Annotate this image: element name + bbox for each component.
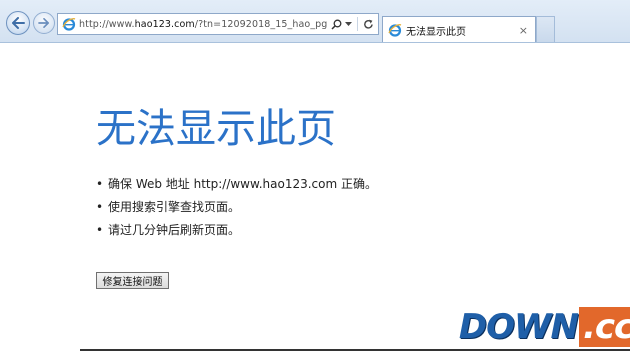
- url-text[interactable]: http://www.hao123.com/?tn=12092018_15_ha…: [79, 19, 331, 30]
- suggestion-search: 使用搜索引擎查找页面。: [108, 200, 241, 214]
- refresh-icon[interactable]: [363, 19, 374, 30]
- list-item: • 使用搜索引擎查找页面。: [96, 199, 377, 215]
- url-prefix: http://www.: [79, 18, 135, 30]
- search-icon[interactable]: [331, 19, 342, 30]
- address-bar[interactable]: http://www.hao123.com/?tn=12092018_15_ha…: [57, 13, 379, 35]
- url-domain: hao123.com: [134, 18, 195, 30]
- ie-icon: [62, 18, 76, 31]
- list-item: • 确保 Web 地址 http://www.hao123.com 正确。: [96, 176, 377, 192]
- toolbar-border: [0, 42, 630, 43]
- url-path: /?tn=12092018_15_hao_pg: [194, 18, 328, 30]
- suggestion-refresh: 请过几分钟后刷新页面。: [108, 223, 241, 237]
- divider: [357, 17, 358, 31]
- chevron-down-icon[interactable]: [345, 21, 352, 27]
- browser-toolbar: http://www.hao123.com/?tn=12092018_15_ha…: [0, 0, 630, 43]
- page-title: 无法显示此页: [96, 106, 336, 152]
- new-tab-button[interactable]: [536, 16, 555, 42]
- down-cc-watermark: DOWN .cc: [459, 307, 630, 347]
- suggestion-list: • 确保 Web 地址 http://www.hao123.com 正确。 • …: [96, 176, 377, 245]
- watermark-right: .cc: [578, 307, 630, 347]
- fix-connection-button[interactable]: 修复连接问题: [96, 272, 169, 289]
- bullet-icon: •: [96, 177, 104, 191]
- list-item: • 请过几分钟后刷新页面。: [96, 222, 377, 238]
- bullet-icon: •: [96, 200, 104, 214]
- back-button[interactable]: [6, 11, 30, 35]
- suggestion-check-address: 确保 Web 地址 http://www.hao123.com 正确。: [108, 177, 377, 191]
- tab-title: 无法显示此页: [406, 26, 466, 38]
- tab-close-button[interactable]: ×: [519, 24, 528, 37]
- watermark-left: DOWN: [458, 307, 579, 347]
- forward-button[interactable]: [33, 12, 55, 34]
- tab-active[interactable]: 无法显示此页 ×: [382, 16, 536, 43]
- forward-arrow-icon: [38, 18, 49, 28]
- back-arrow-icon: [12, 17, 25, 29]
- bullet-icon: •: [96, 223, 104, 237]
- tab-ie-icon: [388, 24, 402, 37]
